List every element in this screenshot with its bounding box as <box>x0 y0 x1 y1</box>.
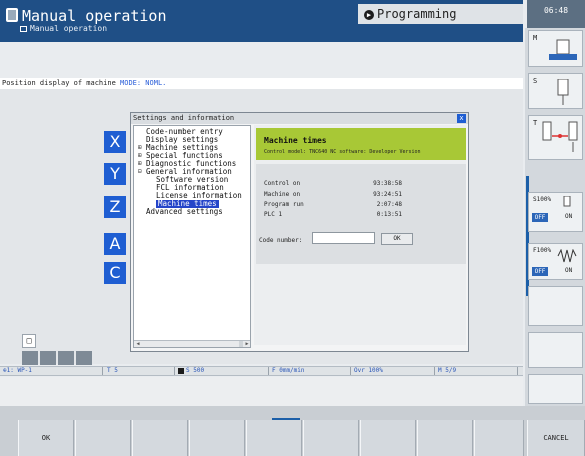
axis-key-c[interactable]: C <box>104 262 126 284</box>
tree-item-advanced-settings[interactable]: Advanced settings <box>146 208 223 216</box>
softkey-6[interactable] <box>303 420 359 456</box>
spring-icon <box>557 249 577 263</box>
time-value: 2:07:48 <box>376 201 402 208</box>
restore-icon[interactable]: □ <box>22 334 36 348</box>
t-letter: T <box>533 119 538 127</box>
status-divider <box>102 367 103 375</box>
s-override-on[interactable]: ON <box>565 213 572 220</box>
time-label: Program run <box>264 201 304 208</box>
scroll-right-icon[interactable]: ▶ <box>244 341 250 347</box>
right-softkey-8[interactable] <box>528 332 583 368</box>
time-value: 93:38:58 <box>373 180 402 187</box>
status-tool: T 5 <box>107 367 118 374</box>
f-override-on[interactable]: ON <box>565 267 572 274</box>
programming-icon: ▶ <box>364 9 374 20</box>
position-display-line: Position display of machine MODE: NOML. <box>0 78 523 89</box>
machine-m-button[interactable]: M <box>528 30 583 67</box>
right-softkey-9[interactable] <box>528 374 583 404</box>
status-spindle: S 500 <box>178 367 204 375</box>
time-label: PLC 1 <box>264 211 283 218</box>
axis-key-a[interactable]: A <box>104 233 126 255</box>
time-value: 0:13:51 <box>376 211 402 218</box>
clock: 06:48 <box>527 0 585 28</box>
status-divider <box>434 367 435 375</box>
tree-scrollbar[interactable]: ◀ ▶ <box>134 340 250 347</box>
softkey-7[interactable] <box>360 420 416 456</box>
small-key-3[interactable] <box>58 351 74 365</box>
code-ok-button[interactable]: OK <box>381 233 413 245</box>
reference-icon <box>549 39 577 60</box>
panel-subtitle: Control model: TNC640 NC software: Devel… <box>264 149 421 155</box>
s-letter: S <box>533 77 538 85</box>
status-spindle-text: S 500 <box>186 367 205 374</box>
f-override-label: F100% <box>533 247 552 254</box>
panel-title: Machine times <box>264 136 327 145</box>
spindle-icon <box>557 79 569 105</box>
right-softkey-7[interactable] <box>528 286 583 326</box>
camera-icon <box>6 8 18 22</box>
status-feed: F 0mm/min <box>272 367 305 374</box>
cancel-softkey[interactable]: CANCEL <box>527 420 585 456</box>
s-override-label: S100% <box>533 196 552 203</box>
status-workpiece: ⊕1: WP-1 <box>3 367 32 375</box>
code-number-label: Code number: <box>259 237 303 244</box>
time-label: Machine on <box>264 191 301 198</box>
position-display-text: Position display of machine <box>2 79 121 87</box>
status-divider <box>350 367 351 375</box>
softkey-8[interactable] <box>417 420 473 456</box>
small-key-1[interactable] <box>22 351 38 365</box>
dialog-title: Settings and information <box>131 113 468 124</box>
small-key-2[interactable] <box>40 351 56 365</box>
scroll-left-icon[interactable]: ◀ <box>135 341 141 347</box>
spindle-s-button[interactable]: S <box>528 73 583 109</box>
softkey-5[interactable] <box>246 420 302 456</box>
status-misc: M 5/9 <box>438 367 457 374</box>
mode-title: Manual operation <box>22 7 167 25</box>
s-override-toggle[interactable]: S100% OFF ON <box>528 192 583 232</box>
tree-expander[interactable]: ⊞ <box>138 160 142 168</box>
settings-tree: Code-number entry Display settings ⊞ Mac… <box>133 125 251 348</box>
close-icon[interactable]: x <box>457 114 466 123</box>
home-icon <box>20 25 27 32</box>
mode-subtitle: Manual operation <box>20 24 107 33</box>
softkey-3[interactable] <box>132 420 188 456</box>
s-override-off[interactable]: OFF <box>532 213 548 222</box>
m-letter: M <box>533 34 538 42</box>
small-key-4[interactable] <box>76 351 92 365</box>
tree-expander[interactable]: ⊞ <box>138 152 142 160</box>
tool-icon <box>542 121 578 152</box>
time-value: 93:24:51 <box>373 191 402 198</box>
softkey-2[interactable] <box>75 420 131 456</box>
axis-key-z[interactable]: Z <box>104 196 126 218</box>
spindle-override-icon <box>563 196 571 207</box>
time-label: Control on <box>264 180 301 187</box>
status-divider <box>268 367 269 375</box>
f-override-off[interactable]: OFF <box>532 267 548 276</box>
spindle-direction-icon <box>178 367 184 374</box>
status-override: Ovr 100% <box>354 367 383 374</box>
status-divider <box>517 367 518 375</box>
status-divider <box>174 367 175 375</box>
code-number-input[interactable] <box>312 232 375 244</box>
softkey-9[interactable] <box>474 420 524 456</box>
ok-softkey[interactable]: OK <box>18 420 74 456</box>
lower-area <box>0 377 523 406</box>
tree-expander[interactable]: ⊞ <box>138 144 142 152</box>
programming-tab[interactable]: ▶ Programming <box>358 4 523 24</box>
status-workpiece-text: 1: WP-1 <box>6 367 32 374</box>
f-override-toggle[interactable]: F100% OFF ON <box>528 243 583 280</box>
axis-key-x[interactable]: X <box>104 131 126 153</box>
programming-tab-label: Programming <box>377 7 457 21</box>
softkey-4[interactable] <box>189 420 245 456</box>
tree-expander[interactable]: ⊟ <box>138 168 142 176</box>
position-display-mode: MODE: NOML. <box>120 79 167 87</box>
tool-t-button[interactable]: T <box>528 115 583 160</box>
mode-subtitle-text: Manual operation <box>30 24 108 33</box>
scroll-thumb[interactable] <box>239 341 243 347</box>
axis-key-y[interactable]: Y <box>104 163 126 185</box>
